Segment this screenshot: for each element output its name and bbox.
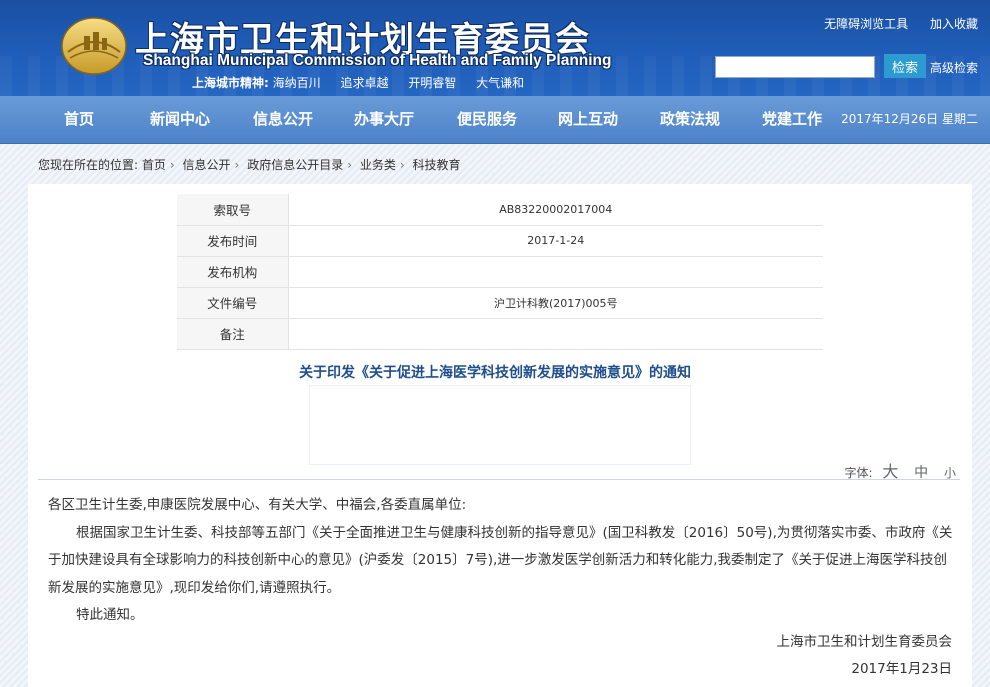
chevron-right-icon: › — [399, 158, 405, 172]
breadcrumb-item[interactable]: 信息公开 — [183, 158, 231, 172]
emblem-icon[interactable] — [60, 14, 128, 76]
nav-item-policies[interactable]: 政策法规 — [660, 96, 720, 144]
nav-item-info-disclosure[interactable]: 信息公开 — [253, 96, 313, 144]
breadcrumb-item[interactable]: 业务类 — [360, 158, 396, 172]
meta-key: 文件编号 — [177, 287, 289, 319]
advanced-search-link[interactable]: 高级检索 — [930, 59, 978, 76]
meta-value — [288, 318, 823, 350]
document-body: 各区卫生计生委,申康医院发展中心、有关大学、中福会,各委直属单位: 根据国家卫生… — [48, 492, 954, 630]
document-meta-table: 索取号 AB83220002017004 发布时间 2017-1-24 发布机构… — [177, 194, 823, 350]
main-nav: 首页 新闻中心 信息公开 办事大厅 便民服务 网上互动 政策法规 党建工作 20… — [0, 96, 990, 144]
blank-image-area — [310, 386, 690, 464]
signature: 上海市卫生和计划生育委员会 — [776, 634, 953, 650]
city-spirit-item: 追求卓越 — [340, 76, 389, 90]
site-title-en: Shanghai Municipal Commission of Health … — [143, 52, 612, 69]
search-button[interactable]: 检索 — [884, 54, 926, 78]
city-spirit-item: 大气谦和 — [476, 76, 525, 90]
meta-value — [288, 256, 823, 288]
breadcrumb: 您现在所在的位置: 首页 › 信息公开 › 政府信息公开目录 › 业务类 › 科技教育 — [38, 156, 461, 173]
table-row: 索取号 AB83220002017004 — [177, 194, 823, 226]
meta-key: 发布时间 — [177, 225, 289, 257]
top-links: 无障碍浏览工具 加入收藏 — [806, 15, 978, 32]
font-size-small-button[interactable]: 小 — [944, 466, 956, 480]
chevron-right-icon: › — [234, 158, 240, 172]
meta-value: 沪卫计科教(2017)005号 — [288, 287, 823, 319]
document-title: 关于印发《关于促进上海医学科技创新发展的实施意见》的通知 — [299, 365, 691, 381]
meta-key: 发布机构 — [177, 256, 289, 288]
table-row: 发布时间 2017-1-24 — [177, 225, 823, 257]
meta-key: 索取号 — [177, 194, 289, 226]
signature-date: 2017年1月23日 — [851, 661, 952, 677]
closing-line: 特此通知。 — [76, 607, 144, 623]
table-row: 备注 — [177, 318, 823, 350]
meta-key: 备注 — [177, 318, 289, 350]
nav-item-service-hall[interactable]: 办事大厅 — [354, 96, 414, 144]
table-row: 文件编号 沪卫计科教(2017)005号 — [177, 287, 823, 319]
search-input[interactable] — [715, 56, 875, 78]
city-spirit-label: 上海城市精神: — [192, 76, 269, 90]
nav-item-online-interaction[interactable]: 网上互动 — [558, 96, 618, 144]
body-paragraph: 根据国家卫生计生委、科技部等五部门《关于全面推进卫生与健康科技创新的指导意见》(… — [48, 524, 953, 596]
city-spirit: 上海城市精神: 海纳百川 追求卓越 开明睿智 大气谦和 — [192, 74, 540, 91]
meta-value: 2017-1-24 — [288, 225, 823, 257]
chevron-right-icon: › — [347, 158, 353, 172]
font-size-label: 字体: — [844, 466, 873, 480]
salutation: 各区卫生计生委,申康医院发展中心、有关大学、中福会,各委直属单位: — [48, 497, 467, 513]
current-date: 2017年12月26日 星期二 — [841, 112, 978, 126]
city-spirit-item: 海纳百川 — [272, 76, 321, 90]
nav-item-public-service[interactable]: 便民服务 — [457, 96, 517, 144]
meta-value: AB83220002017004 — [288, 194, 823, 226]
city-spirit-item: 开明睿智 — [408, 76, 457, 90]
breadcrumb-item[interactable]: 科技教育 — [413, 158, 461, 172]
breadcrumb-prefix: 您现在所在的位置: — [38, 158, 139, 172]
add-favorite-link[interactable]: 加入收藏 — [930, 17, 978, 31]
divider — [38, 479, 960, 480]
breadcrumb-item[interactable]: 首页 — [142, 158, 166, 172]
nav-item-home[interactable]: 首页 — [64, 96, 94, 144]
site-header: 上海市卫生和计划生育委员会 Shanghai Municipal Commiss… — [0, 0, 990, 96]
nav-item-party-building[interactable]: 党建工作 — [762, 96, 822, 144]
table-row: 发布机构 — [177, 256, 823, 288]
breadcrumb-item[interactable]: 政府信息公开目录 — [247, 158, 343, 172]
nav-item-news[interactable]: 新闻中心 — [150, 96, 210, 144]
accessibility-tools-link[interactable]: 无障碍浏览工具 — [824, 17, 908, 31]
chevron-right-icon: › — [169, 158, 175, 172]
